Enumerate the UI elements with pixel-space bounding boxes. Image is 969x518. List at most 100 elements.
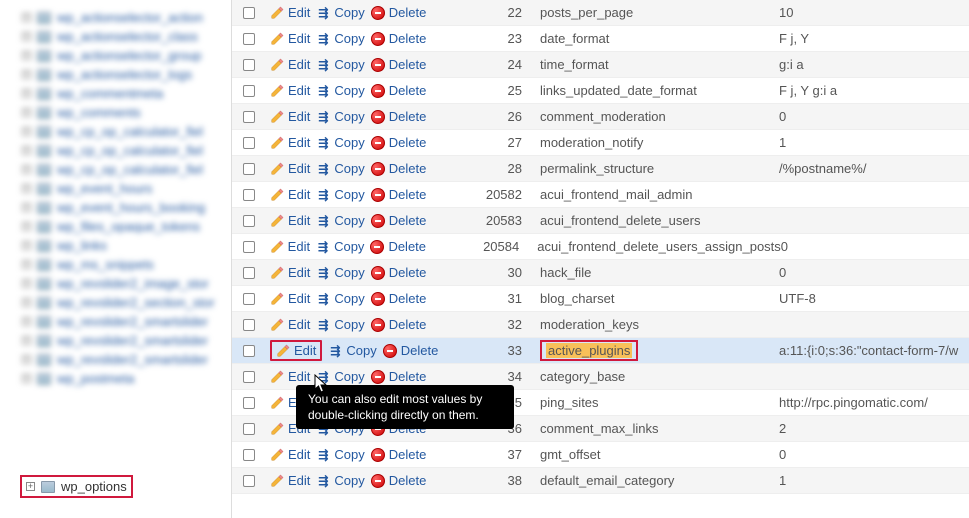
option-value[interactable]: g:i a [779, 57, 969, 72]
delete-button[interactable]: Delete [371, 447, 427, 462]
option-name[interactable]: default_email_category [536, 473, 779, 488]
edit-button[interactable]: Edit [270, 161, 310, 176]
delete-button[interactable]: Delete [371, 369, 427, 384]
delete-button[interactable]: Delete [371, 5, 427, 20]
option-name[interactable]: permalink_structure [536, 161, 779, 176]
copy-button[interactable]: ⇶Copy [316, 265, 364, 280]
delete-button[interactable]: Delete [371, 161, 427, 176]
copy-button[interactable]: ⇶Copy [316, 291, 364, 306]
row-checkbox[interactable] [243, 189, 255, 201]
edit-button[interactable]: Edit [270, 317, 310, 332]
delete-button[interactable]: Delete [383, 343, 439, 358]
sidebar-item[interactable]: +wp_cp_op_calculator_fiel [22, 141, 223, 160]
copy-button[interactable]: ⇶Copy [316, 83, 364, 98]
delete-button[interactable]: Delete [371, 291, 427, 306]
option-name[interactable]: blog_charset [536, 291, 779, 306]
edit-button[interactable]: Edit [270, 83, 310, 98]
expand-icon[interactable]: + [22, 355, 31, 364]
option-value[interactable]: /%postname%/ [779, 161, 969, 176]
copy-button[interactable]: ⇶Copy [316, 317, 364, 332]
option-value[interactable]: a:11:{i:0;s:36:"contact-form-7/w [779, 343, 969, 358]
copy-button[interactable]: ⇶Copy [316, 447, 364, 462]
sidebar-item[interactable]: +wp_files_opaque_tokens [22, 217, 223, 236]
row-checkbox[interactable] [243, 215, 255, 227]
option-value[interactable]: F j, Y [779, 31, 969, 46]
copy-button[interactable]: ⇶Copy [316, 109, 364, 124]
edit-button[interactable]: Edit [270, 187, 310, 202]
delete-button[interactable]: Delete [371, 187, 427, 202]
copy-button[interactable]: ⇶Copy [316, 473, 364, 488]
copy-button[interactable]: ⇶Copy [316, 187, 364, 202]
row-checkbox[interactable] [243, 85, 255, 97]
copy-button[interactable]: ⇶Copy [328, 343, 376, 358]
delete-button[interactable]: Delete [371, 109, 427, 124]
option-name[interactable]: date_format [536, 31, 779, 46]
expand-icon[interactable]: + [22, 374, 31, 383]
edit-button[interactable]: Edit [270, 473, 310, 488]
sidebar-item[interactable]: +wp_revslider2_smartslider [22, 331, 223, 350]
delete-button[interactable]: Delete [371, 57, 427, 72]
sidebar-item[interactable]: +wp_revslider2_section_stor [22, 293, 223, 312]
option-value[interactable]: 1 [779, 135, 969, 150]
delete-button[interactable]: Delete [371, 31, 427, 46]
expand-icon[interactable]: + [22, 32, 31, 41]
copy-button[interactable]: ⇶Copy [316, 31, 364, 46]
option-name[interactable]: acui_frontend_mail_admin [536, 187, 779, 202]
row-checkbox[interactable] [243, 241, 255, 253]
option-name[interactable]: posts_per_page [536, 5, 779, 20]
option-name[interactable]: comment_moderation [536, 109, 779, 124]
option-name[interactable]: category_base [536, 369, 779, 384]
copy-button[interactable]: ⇶Copy [316, 213, 364, 228]
row-checkbox[interactable] [243, 449, 255, 461]
row-checkbox[interactable] [243, 7, 255, 19]
row-checkbox[interactable] [243, 371, 255, 383]
sidebar-item[interactable]: +wp_comments [22, 103, 223, 122]
option-value[interactable]: 0 [779, 447, 969, 462]
copy-button[interactable]: ⇶Copy [316, 239, 364, 254]
expand-icon[interactable]: + [22, 13, 31, 22]
option-name[interactable]: time_format [536, 57, 779, 72]
sidebar-item[interactable]: +wp_cp_op_calculator_fiel [22, 160, 223, 179]
option-name[interactable]: acui_frontend_delete_users [536, 213, 779, 228]
row-checkbox[interactable] [243, 137, 255, 149]
copy-button[interactable]: ⇶Copy [316, 161, 364, 176]
option-value[interactable]: F j, Y g:i a [779, 83, 969, 98]
row-checkbox[interactable] [243, 397, 255, 409]
expand-icon[interactable]: + [22, 108, 31, 117]
delete-button[interactable]: Delete [371, 135, 427, 150]
row-checkbox[interactable] [243, 293, 255, 305]
row-checkbox[interactable] [243, 59, 255, 71]
row-checkbox[interactable] [243, 267, 255, 279]
expand-icon[interactable]: + [22, 317, 31, 326]
row-checkbox[interactable] [243, 475, 255, 487]
option-name[interactable]: active_plugins [536, 340, 779, 361]
expand-icon[interactable]: + [22, 260, 31, 269]
edit-button[interactable]: Edit [270, 291, 310, 306]
expand-icon[interactable]: + [22, 89, 31, 98]
expand-icon[interactable]: + [22, 279, 31, 288]
sidebar-item[interactable]: +wp_actionselector_group [22, 46, 223, 65]
sidebar-item[interactable]: +wp_actionselector_logs [22, 65, 223, 84]
option-value[interactable]: 0 [779, 109, 969, 124]
option-name[interactable]: gmt_offset [536, 447, 779, 462]
delete-button[interactable]: Delete [371, 83, 427, 98]
option-value[interactable]: 1 [779, 473, 969, 488]
row-checkbox[interactable] [243, 33, 255, 45]
edit-button[interactable]: Edit [270, 57, 310, 72]
edit-button[interactable]: Edit [270, 239, 310, 254]
option-value[interactable]: http://rpc.pingomatic.com/ [779, 395, 969, 410]
sidebar-item-wp-options[interactable]: + wp_options [20, 475, 133, 498]
sidebar-item[interactable]: +wp_cp_op_calculator_fiel [22, 122, 223, 141]
option-value[interactable]: UTF-8 [779, 291, 969, 306]
sidebar-item[interactable]: +wp_links [22, 236, 223, 255]
expand-icon[interactable]: + [22, 70, 31, 79]
expand-icon[interactable]: + [22, 184, 31, 193]
copy-button[interactable]: ⇶Copy [316, 5, 364, 20]
sidebar-item[interactable]: +wp_revslider2_image_stor [22, 274, 223, 293]
expand-icon[interactable]: + [22, 336, 31, 345]
expand-icon[interactable]: + [22, 222, 31, 231]
option-name[interactable]: links_updated_date_format [536, 83, 779, 98]
row-checkbox[interactable] [243, 319, 255, 331]
sidebar-item[interactable]: +wp_actionselector_action [22, 8, 223, 27]
option-name[interactable]: comment_max_links [536, 421, 779, 436]
